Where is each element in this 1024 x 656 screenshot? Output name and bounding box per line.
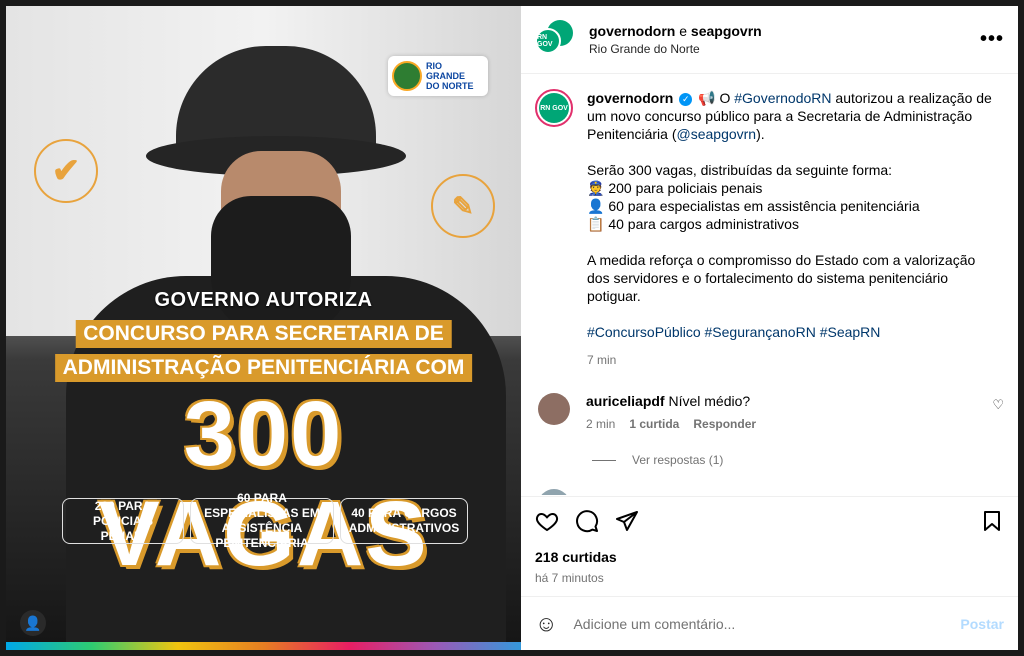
caption-body: governodorn ✓ 📢 O #GovernodoRN autorizou… <box>587 89 997 369</box>
header-text: governodorn e seapgovrn Rio Grande do No… <box>589 23 762 56</box>
post-side-panel: RN GOV governodorn e seapgovrn Rio Grand… <box>521 6 1018 650</box>
comment-like-icon[interactable]: ♡ <box>992 397 1004 413</box>
caption-username[interactable]: governodorn <box>587 90 673 106</box>
avatar-governodorn[interactable]: RN GOV <box>535 27 561 54</box>
like-icon[interactable] <box>535 509 559 533</box>
header-location[interactable]: Rio Grande do Norte <box>589 42 762 56</box>
partial-comment-avatar[interactable] <box>538 489 570 495</box>
view-replies-label[interactable]: Ver respostas (1) <box>632 453 723 467</box>
comment-icon[interactable] <box>575 509 599 533</box>
check-icon: ✔ <box>34 139 98 203</box>
posted-time: há 7 minutos <box>535 571 604 585</box>
post-image[interactable]: RIO GRANDE DO NORTE ✔ ✎ GOVERNO AUTORIZA… <box>6 6 521 650</box>
caption-item-3: 📋 40 para cargos administrativos <box>587 216 799 232</box>
caption-item-1: 👮 200 para policiais penais <box>587 180 763 196</box>
comment-avatar[interactable] <box>538 393 570 425</box>
pill-administrativos: 40 PARA CARGOS ADMINISTRATIVOS <box>340 498 468 544</box>
headline: GOVERNO AUTORIZA <box>154 289 373 311</box>
comment-reply-button[interactable]: Responder <box>693 417 756 431</box>
megaphone-icon: 📢 <box>698 90 716 106</box>
post-header: RN GOV governodorn e seapgovrn Rio Grand… <box>521 6 1018 74</box>
pill-policiais: 200 PARA POLICIAIS PENAIS <box>62 498 184 544</box>
view-replies[interactable]: Ver respostas (1) <box>592 453 1004 467</box>
post-comment-button[interactable]: Postar <box>960 616 1004 632</box>
share-icon[interactable] <box>615 509 639 533</box>
caption-p1-a: O <box>715 90 735 106</box>
header-user-1[interactable]: governodorn <box>589 23 675 39</box>
post-actions: 218 curtidas há 7 minutos <box>521 496 1018 596</box>
add-comment-bar: ☺ Postar <box>521 596 1018 650</box>
tagged-users-icon[interactable]: 👤 <box>20 610 46 636</box>
caption-p2-intro: Serão 300 vagas, distribuídas da seguint… <box>587 162 893 178</box>
collab-avatars[interactable]: RN GOV <box>535 19 575 60</box>
verified-icon: ✓ <box>679 92 693 106</box>
likes-count[interactable]: 218 curtidas <box>535 549 1004 565</box>
header-user-2[interactable]: seapgovrn <box>691 23 762 39</box>
officer-mask <box>211 196 351 336</box>
more-options-icon[interactable]: ••• <box>980 28 1004 51</box>
comment-meta: 2 min 1 curtida Responder <box>586 417 756 431</box>
caption-p3: A medida reforça o compromisso do Estado… <box>587 252 976 304</box>
header-joiner: e <box>675 23 691 39</box>
header-usernames: governodorn e seapgovrn <box>589 23 762 39</box>
caption-time: 7 min <box>587 353 617 367</box>
emoji-icon[interactable]: ☺ <box>535 611 557 637</box>
caption-vacancies: Serão 300 vagas, distribuídas da seguint… <box>587 161 997 233</box>
color-bar <box>6 642 521 650</box>
headline-band-2: ADMINISTRAÇÃO PENITENCIÁRIA COM <box>54 354 473 382</box>
partial-comment <box>535 489 1004 495</box>
caption-item-2: 👤 60 para especialistas em assistência p… <box>587 198 920 214</box>
comment-time: 2 min <box>586 417 616 431</box>
pill-especialistas: 60 PARA ESPECIALISTAS EM ASSISTÊNCIA PEN… <box>190 491 334 550</box>
comment-text: Nível médio? <box>668 393 751 409</box>
caption-p1-c: ). <box>756 126 765 142</box>
action-icons <box>535 497 1004 545</box>
headline-band-1: CONCURSO PARA SECRETARIA DE <box>75 320 452 348</box>
caption-avatar-inner: RN GOV <box>539 93 569 123</box>
document-icon: ✎ <box>431 174 495 238</box>
vacancies-count: 300 VAGAS <box>98 383 429 585</box>
logo-text: RIO GRANDE DO NORTE <box>426 61 474 91</box>
comment-likes[interactable]: 1 curtida <box>629 417 679 431</box>
caption-hashtags[interactable]: #ConcursoPúblico #SegurançanoRN #SeapRN <box>587 323 997 341</box>
mention-seapgovrn[interactable]: @seapgovrn <box>677 126 757 142</box>
comment-item: auriceliapdf Nível médio? 2 min 1 curtid… <box>535 393 1004 431</box>
caption: RN GOV governodorn ✓ 📢 O #GovernodoRN au… <box>535 89 1004 369</box>
comment-input[interactable] <box>573 615 961 632</box>
comment-body: auriceliapdf Nível médio? <box>586 393 756 409</box>
state-seal-icon <box>392 61 422 91</box>
save-icon[interactable] <box>980 509 1004 533</box>
comment-username[interactable]: auriceliapdf <box>586 393 665 409</box>
hashtag-governodorn[interactable]: #GovernodoRN <box>734 90 831 106</box>
government-logo: RIO GRANDE DO NORTE <box>388 56 488 96</box>
replies-line <box>592 459 616 461</box>
caption-avatar[interactable]: RN GOV <box>535 89 573 127</box>
comments-section[interactable]: RN GOV governodorn ✓ 📢 O #GovernodoRN au… <box>521 75 1018 495</box>
